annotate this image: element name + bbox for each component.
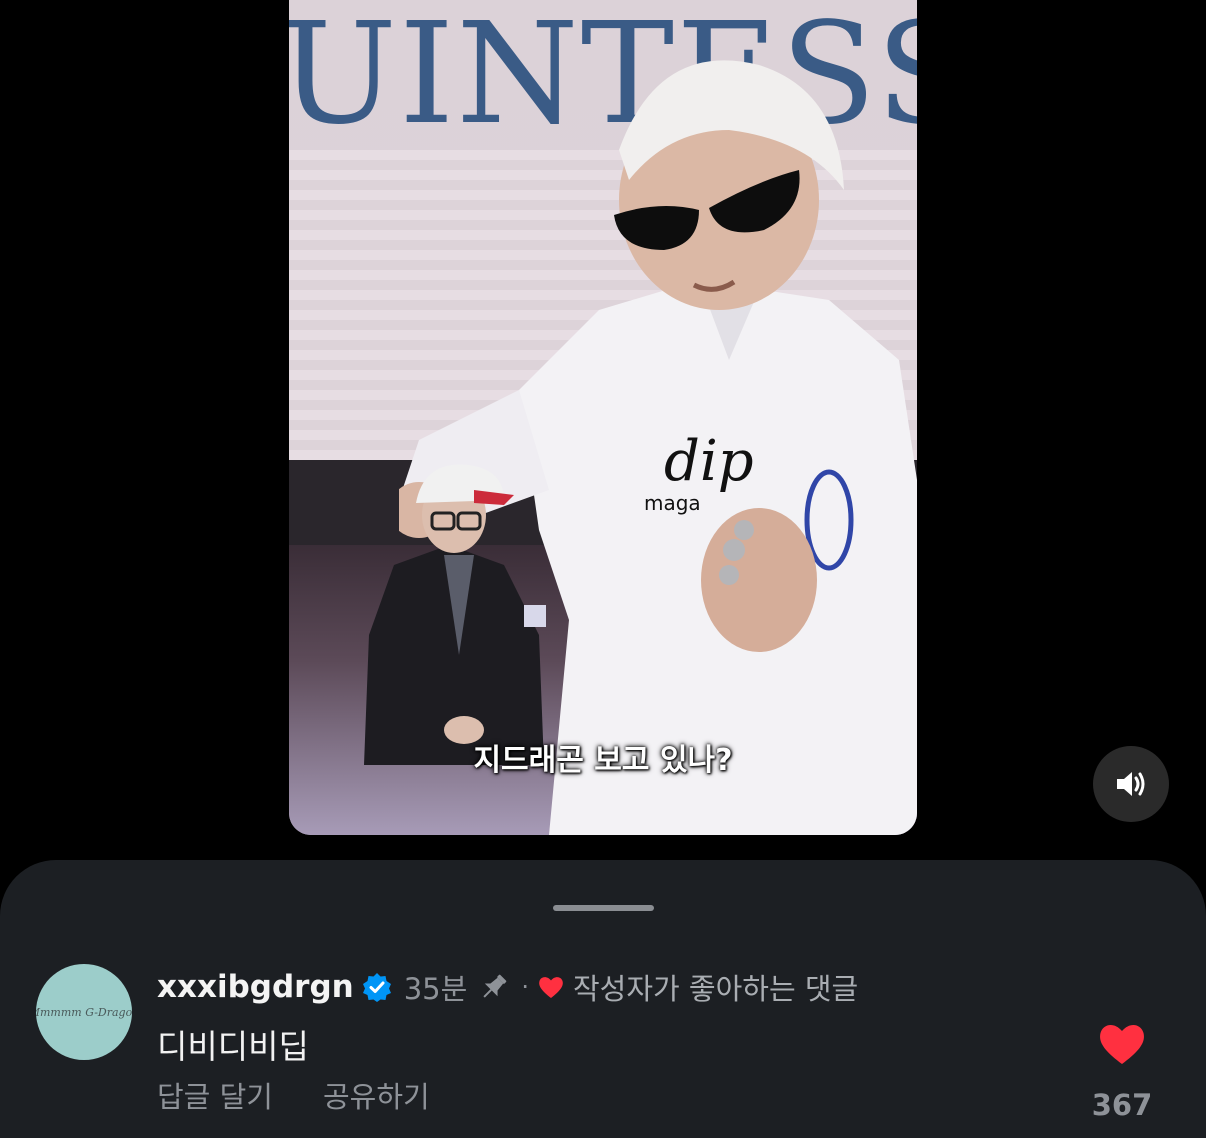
- video-caption: 지드래곤 보고 있나?: [473, 743, 733, 778]
- comment-username[interactable]: xxxibgdrgn: [157, 969, 354, 1005]
- video-player[interactable]: UINTESS dip maga 지드래곤 보고 있나?: [289, 0, 917, 835]
- creator-liked-label: 작성자가 좋아하는 댓글: [572, 972, 859, 1006]
- verified-badge-icon: [362, 973, 391, 1002]
- inset-person-illustration: [364, 464, 546, 765]
- comment-actions: 답글 달기 공유하기: [157, 1074, 480, 1116]
- reel-screen: UINTESS dip maga 지드래곤 보고 있나? mmmm G-Drag…: [0, 0, 1206, 1138]
- comments-sheet: Mmmmm G-Dragon xxxibgdrgn 35분 · 작성자가 좋아하…: [0, 860, 1206, 1138]
- meta-separator: ·: [521, 973, 529, 1001]
- pin-icon: [483, 974, 507, 998]
- svg-text:dip: dip: [664, 429, 754, 494]
- comment-time: 35분: [403, 972, 468, 1006]
- avatar[interactable]: Mmmmm G-Dragon: [36, 964, 132, 1060]
- like-count: 367: [1091, 1088, 1153, 1122]
- reply-button[interactable]: 답글 달기: [157, 1074, 273, 1116]
- share-button[interactable]: 공유하기: [323, 1074, 430, 1116]
- comment-meta: xxxibgdrgn 35분 · 작성자가 좋아하는 댓글: [157, 965, 858, 1009]
- volume-button[interactable]: [1093, 746, 1169, 822]
- avatar-logo-text: Mmmmm G-Dragon: [36, 1005, 132, 1019]
- comment-text: 디비디비딥: [157, 1027, 309, 1066]
- creator-heart-icon: [539, 977, 563, 998]
- speaker-on-icon: [1117, 772, 1145, 796]
- svg-text:maga: maga: [644, 491, 701, 515]
- like-heart-icon[interactable]: [1097, 1020, 1147, 1066]
- sheet-grabber[interactable]: [553, 905, 654, 911]
